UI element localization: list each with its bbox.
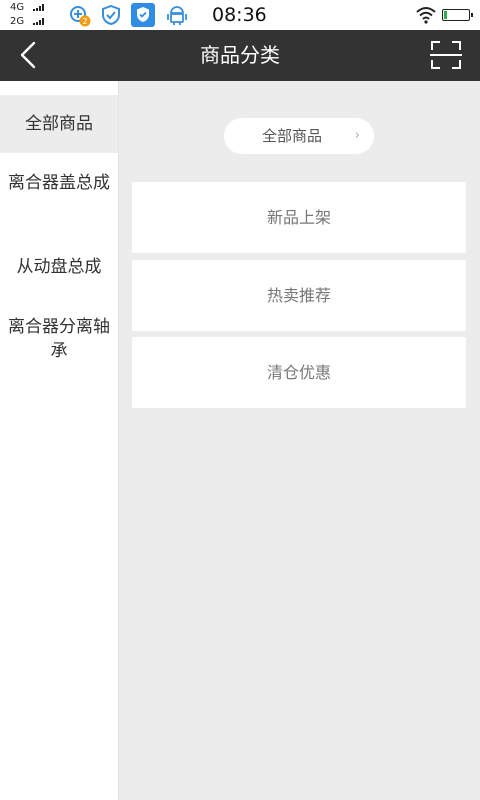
status-bar: 4G 2G 2 08:36 — [0, 0, 480, 30]
status-time: 08:36 — [212, 4, 267, 26]
battery-icon — [442, 9, 473, 21]
signal-icon — [33, 18, 44, 25]
page-title: 商品分类 — [200, 43, 280, 67]
sidebar-item-release-bearing[interactable]: 离合器分离轴承 — [0, 315, 118, 363]
network-type-2: 2G — [10, 16, 25, 27]
wifi-icon — [416, 7, 436, 24]
svg-text:2: 2 — [82, 17, 87, 26]
nav-bar: 商品分类 — [0, 30, 480, 81]
category-pill-button[interactable]: 全部商品 › — [224, 118, 374, 154]
android-icon — [167, 6, 187, 25]
category-content: 全部商品 › 新品上架 热卖推荐 清仓优惠 — [120, 81, 480, 800]
card-clearance[interactable]: 清仓优惠 — [132, 337, 466, 408]
network-type-1: 4G — [10, 2, 25, 13]
signal-icon — [33, 4, 44, 11]
chevron-right-icon: › — [354, 128, 360, 143]
scan-icon[interactable] — [428, 38, 464, 72]
category-pill-label: 全部商品 — [262, 127, 323, 145]
card-hot-sale[interactable]: 热卖推荐 — [132, 260, 466, 331]
security-icon — [102, 4, 120, 26]
sidebar-item-driven-disc-assembly[interactable]: 从动盘总成 — [0, 255, 118, 279]
sidebar-item-all-products[interactable]: 全部商品 — [0, 95, 118, 153]
back-arrow-icon[interactable] — [12, 38, 46, 72]
notification-badge-icon: 2 — [70, 6, 91, 27]
shield-icon — [131, 3, 155, 27]
sidebar-item-clutch-cover-assembly[interactable]: 离合器盖总成 — [0, 171, 118, 195]
card-new-arrivals[interactable]: 新品上架 — [132, 182, 466, 253]
category-sidebar: 全部商品 离合器盖总成 从动盘总成 离合器分离轴承 — [0, 81, 119, 800]
